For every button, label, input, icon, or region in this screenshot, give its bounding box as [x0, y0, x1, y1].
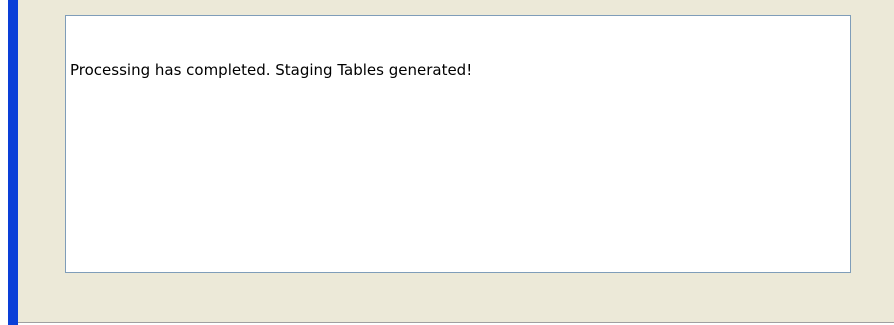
output-textbox[interactable]: Processing has completed. Staging Tables… [65, 15, 851, 273]
window-frame-border [8, 0, 18, 325]
dialog-window: Processing has completed. Staging Tables… [0, 0, 894, 325]
completion-message: Processing has completed. Staging Tables… [70, 61, 473, 79]
window-bottom-divider [18, 322, 894, 323]
